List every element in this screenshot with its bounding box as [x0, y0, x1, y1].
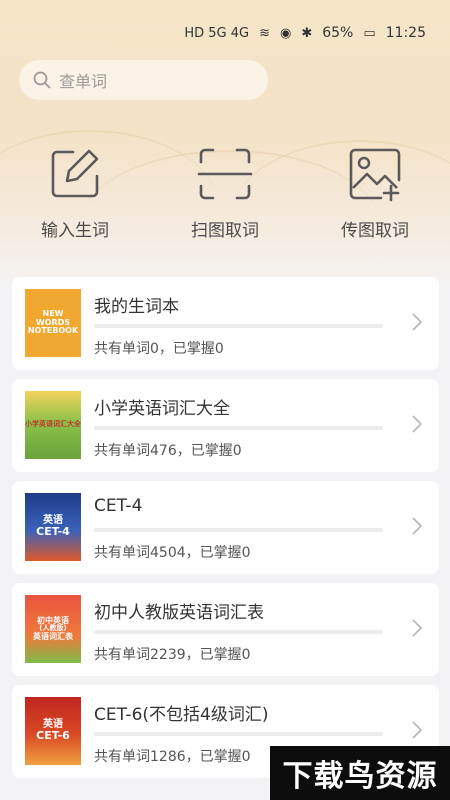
progress-bar [94, 630, 383, 634]
scan-word-label: 扫图取词 [191, 221, 259, 241]
image-upload-icon [349, 148, 401, 202]
upload-image-button[interactable]: 传图取词 [315, 146, 435, 246]
wordbook-title: 初中人教版英语词汇表 [94, 603, 264, 623]
upload-image-label: 传图取词 [341, 221, 409, 241]
wordbook-title: 小学英语词汇大全 [94, 399, 230, 419]
search-icon [33, 71, 51, 89]
search-placeholder: 查单词 [59, 72, 108, 91]
wordbook-item[interactable]: 小学英语词汇大全 小学英语词汇大全 共有单词476，已掌握0 [12, 379, 439, 472]
chevron-right-icon [412, 313, 423, 331]
wordbook-cover: 小学英语词汇大全 [25, 391, 81, 459]
progress-bar [94, 528, 383, 532]
wordbook-stats: 共有单词476，已掌握0 [94, 443, 242, 459]
chevron-right-icon [412, 619, 423, 637]
wifi-icon: ≋ [259, 25, 270, 41]
edit-icon [51, 149, 99, 198]
wordbook-item[interactable]: 英语 CET-4 CET-4 共有单词4504，已掌握0 [12, 481, 439, 574]
progress-bar [94, 732, 383, 736]
progress-bar [94, 426, 383, 430]
clock: 11:25 [385, 25, 426, 41]
wordbook-stats: 共有单词4504，已掌握0 [94, 545, 251, 561]
status-bar: HD 5G 4G ≋ ◉ ✱ 65% ▭ 11:25 [0, 18, 450, 48]
wordbook-cover: 初中英语 (人教版) 英语词汇表 [25, 595, 81, 663]
input-word-button[interactable]: 输入生词 [15, 146, 135, 246]
input-word-label: 输入生词 [41, 221, 109, 241]
wordbook-title: CET-6(不包括4级词汇) [94, 705, 269, 725]
wordbook-title: 我的生词本 [94, 297, 179, 317]
chevron-right-icon [412, 517, 423, 535]
wordbook-title: CET-4 [94, 496, 143, 516]
wordbook-cover: 英语 CET-4 [25, 493, 81, 561]
battery-icon: ▭ [363, 25, 376, 41]
wordbook-stats: 共有单词2239，已掌握0 [94, 647, 251, 663]
wordbook-item[interactable]: NEW WORDS NOTEBOOK 我的生词本 共有单词0，已掌握0 [12, 277, 439, 370]
wordbook-cover: NEW WORDS NOTEBOOK [25, 289, 81, 357]
progress-bar [94, 324, 383, 328]
bluetooth-icon: ✱ [301, 25, 313, 41]
search-bar[interactable]: 查单词 [19, 60, 268, 100]
scan-word-button[interactable]: 扫图取词 [165, 146, 285, 246]
watermark-logo: 下载鸟资源 [270, 746, 450, 800]
network-indicator: HD 5G 4G [184, 25, 250, 41]
wordbook-item[interactable]: 初中英语 (人教版) 英语词汇表 初中人教版英语词汇表 共有单词2239，已掌握… [12, 583, 439, 676]
chevron-right-icon [412, 415, 423, 433]
quick-actions: 输入生词 扫图取词 传图取词 [0, 146, 450, 246]
eye-icon: ◉ [279, 25, 292, 41]
wordbook-cover: 英语 CET-6 [25, 697, 81, 765]
battery-level: 65% [322, 25, 354, 41]
chevron-right-icon [412, 721, 423, 739]
wordbook-stats: 共有单词0，已掌握0 [94, 341, 224, 357]
scan-icon [197, 148, 253, 200]
wordbook-stats: 共有单词1286，已掌握0 [94, 749, 251, 765]
